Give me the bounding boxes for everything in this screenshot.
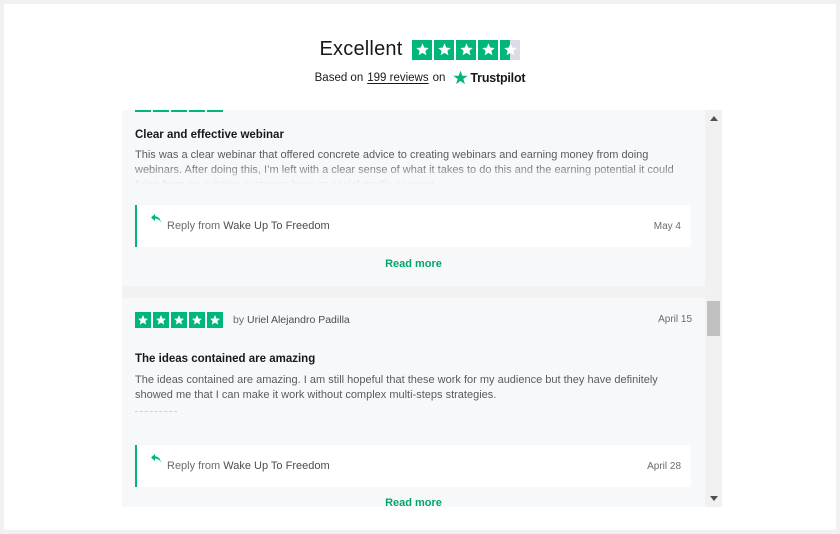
- star-icon: [153, 110, 169, 112]
- content-divider: [135, 411, 177, 412]
- half-star-icon: [500, 39, 521, 60]
- author-prefix: by: [233, 314, 245, 326]
- author-name: Uriel Alejandro Padilla: [247, 314, 350, 326]
- reply-arrow-icon: [151, 214, 161, 223]
- star-icon: [412, 39, 433, 60]
- reply-date: May 4: [653, 220, 681, 232]
- star-icon: [189, 312, 205, 328]
- read-more-link[interactable]: Read more: [122, 258, 705, 270]
- based-on-line: Based on 199 reviews on Trustpilot: [0, 70, 840, 85]
- reply-date: April 28: [647, 460, 681, 472]
- star-icon: [434, 39, 455, 60]
- trustpilot-logo[interactable]: Trustpilot: [453, 70, 526, 85]
- star-icon: [478, 39, 499, 60]
- review-star-rating: [135, 110, 223, 112]
- review-title: The ideas contained are amazing: [135, 353, 316, 365]
- reviews-count-link[interactable]: 199 reviews: [367, 72, 428, 84]
- rating-word: Excellent: [319, 38, 403, 60]
- star-icon: [207, 110, 223, 112]
- reply-company-name: Wake Up To Freedom: [223, 460, 330, 472]
- review-card: by Uriel Alejandro Padilla April 15 The …: [122, 298, 705, 507]
- star-icon: [171, 312, 187, 328]
- based-on-text: Based on: [314, 71, 364, 84]
- reply-company-name: Wake Up To Freedom: [223, 220, 330, 232]
- review-date: April 15: [658, 314, 692, 325]
- scroll-down-arrow-icon[interactable]: [710, 496, 718, 501]
- scroll-up-arrow-icon[interactable]: [710, 116, 718, 121]
- reply-prefix: Reply from: [167, 460, 221, 472]
- star-icon: [135, 312, 151, 328]
- review-body: This was a clear webinar that offered co…: [135, 149, 674, 186]
- star-icon: [207, 312, 223, 328]
- company-reply: Reply from Wake Up To Freedom April 28: [135, 445, 691, 487]
- overall-star-rating: [412, 39, 521, 60]
- star-icon: [171, 110, 187, 112]
- review-star-rating: [135, 312, 223, 328]
- review-title: Clear and effective webinar: [135, 129, 284, 141]
- reply-prefix: Reply from: [167, 220, 221, 232]
- trustpilot-star-icon: [453, 70, 469, 85]
- review-author: by Uriel Alejandro Padilla: [233, 314, 350, 326]
- review-body: The ideas contained are amazing. I am st…: [135, 374, 658, 401]
- reply-arrow-icon: [151, 454, 161, 463]
- review-card: Clear and effective webinar This was a c…: [122, 110, 705, 286]
- rating-summary: Excellent: [0, 38, 840, 61]
- vertical-scrollbar[interactable]: [706, 110, 722, 507]
- company-reply: Reply from Wake Up To Freedom May 4: [135, 205, 691, 247]
- read-more-link[interactable]: Read more: [122, 497, 705, 507]
- star-icon: [189, 110, 205, 112]
- trustpilot-wordmark: Trustpilot: [470, 70, 526, 85]
- on-text: on: [432, 71, 446, 84]
- star-icon: [456, 39, 477, 60]
- review-list[interactable]: Clear and effective webinar This was a c…: [122, 110, 722, 507]
- star-icon: [153, 312, 169, 328]
- star-icon: [135, 110, 151, 112]
- scrollbar-thumb[interactable]: [707, 301, 720, 336]
